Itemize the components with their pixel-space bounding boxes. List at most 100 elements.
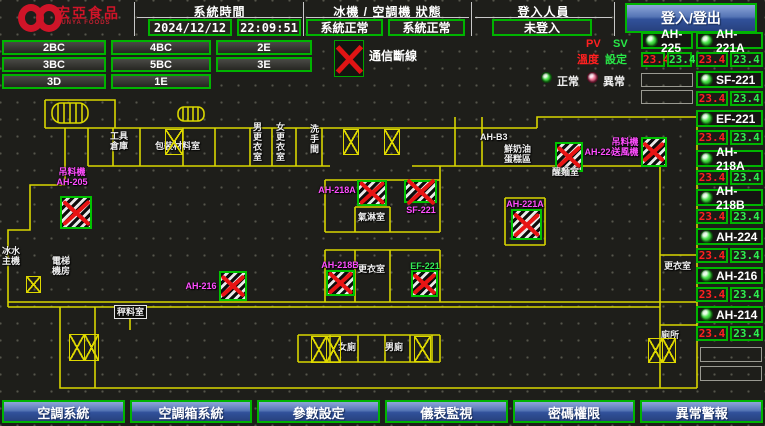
unit-ah-225[interactable]: AH-225 xyxy=(641,32,693,49)
pv-header: PV xyxy=(586,38,601,50)
lift-icon xyxy=(343,129,359,155)
zone-button-5bc[interactable]: 5BC xyxy=(111,57,211,72)
ahu-label-ah-221a: AH-221A xyxy=(504,199,546,209)
lift-cell xyxy=(344,130,358,154)
legend-abnormal-label: 異常 xyxy=(603,73,625,89)
room-label-ah-b3: AH-B3 xyxy=(480,132,508,142)
unit-ah-214[interactable]: AH-214 xyxy=(696,306,763,323)
unit-ah-224[interactable]: AH-224 xyxy=(696,228,763,245)
nav-password-auth[interactable]: 密碼權限 xyxy=(513,400,636,423)
abnormal-led-icon xyxy=(587,72,598,83)
status-led xyxy=(700,152,713,165)
room-label-proofing: 醒麵室 xyxy=(552,167,579,177)
ahu-icon-ah-205[interactable] xyxy=(60,196,92,229)
ahu-icon-sf-221[interactable] xyxy=(404,180,437,203)
comm-lost-icon xyxy=(334,40,364,77)
zone-button-3e[interactable]: 3E xyxy=(216,57,312,72)
zone-button-2bc[interactable]: 2BC xyxy=(2,40,106,55)
ahu-icon-ah-221a[interactable] xyxy=(511,209,542,240)
unit-name: AH-214 xyxy=(716,308,757,322)
nav-ahu-system[interactable]: 空調箱系統 xyxy=(130,400,253,423)
lift-cell xyxy=(649,339,662,362)
normal-led-icon xyxy=(541,72,552,83)
room-label-washroom: 洗手間 xyxy=(309,124,319,154)
pv-sub-header: 溫度 xyxy=(577,51,599,67)
room-label-cream-cake: 鮮奶油蛋糕區 xyxy=(504,144,531,164)
chiller-status: 系統正常 xyxy=(306,19,383,36)
lift-cell xyxy=(70,335,84,360)
zone-button-2e[interactable]: 2E xyxy=(216,40,312,55)
unit-name: AH-218A xyxy=(716,145,761,173)
lift-cell xyxy=(84,335,99,360)
room-label-locker-f: 女更衣室 xyxy=(275,122,285,162)
lift-cell xyxy=(326,337,341,362)
room-label-changing-e: 更衣室 xyxy=(664,261,691,271)
nav-ac-system[interactable]: 空調系統 xyxy=(2,400,125,423)
unit-ah-218a[interactable]: AH-218A xyxy=(696,150,763,167)
status-led xyxy=(700,269,713,282)
ahu-icon-ah-218b[interactable] xyxy=(326,270,355,296)
lift-cell xyxy=(415,337,430,361)
lift-icon xyxy=(165,129,183,155)
status-led xyxy=(700,308,713,321)
nav-alarm[interactable]: 異常警報 xyxy=(640,400,763,423)
unit-name: EF-221 xyxy=(716,112,755,126)
lift-icon xyxy=(414,336,431,362)
unit-name: AH-218B xyxy=(716,184,761,212)
status-led xyxy=(700,73,713,86)
lift-icon xyxy=(26,276,41,293)
nav-meter-monitor[interactable]: 儀表監視 xyxy=(385,400,508,423)
lift-icon xyxy=(311,336,341,363)
zone-button-1e[interactable]: 1E xyxy=(111,74,211,89)
room-label-weighing: 秤料室 xyxy=(114,305,147,319)
sv-sub-header: 設定 xyxy=(605,51,627,67)
lift-icon xyxy=(648,338,676,363)
lift-cell xyxy=(27,277,40,292)
ahu-label-ah-216: AH-216 xyxy=(184,281,218,291)
room-label-tool-storage: 工具倉庫 xyxy=(110,131,128,151)
ahu-label-ah-205: 吊料機AH-205 xyxy=(50,167,94,187)
zone-button-3d[interactable]: 3D xyxy=(2,74,106,89)
lift-cell xyxy=(662,339,676,362)
ahu-label-ah-218a: AH-218A xyxy=(318,185,356,195)
login-status: 未登入 xyxy=(492,19,592,36)
status-led xyxy=(700,191,713,204)
status-led xyxy=(700,34,713,47)
ahu-icon-ah-218a[interactable] xyxy=(357,180,387,206)
logo: 宏亞食品 HUNYA FOODS xyxy=(56,6,120,26)
ahu-label-hoist: 吊料機送風機 xyxy=(610,137,640,157)
unit-sf-221[interactable]: SF-221 xyxy=(696,71,763,88)
zone-button-3bc[interactable]: 3BC xyxy=(2,57,106,72)
room-label-locker-m: 男更衣室 xyxy=(252,122,262,162)
comm-lost-label: 通信斷線 xyxy=(369,47,417,64)
nav-param-setting[interactable]: 參數設定 xyxy=(257,400,380,423)
status-led xyxy=(700,112,713,125)
unit-name: AH-221A xyxy=(716,27,761,55)
status-led xyxy=(645,34,658,47)
room-label-air-shower: 氣淋室 xyxy=(358,212,385,222)
unit-ah-216[interactable]: AH-216 xyxy=(696,267,763,284)
bottom-nav: 空調系統空調箱系統參數設定儀表監視密碼權限異常警報 xyxy=(2,400,763,423)
sv-header: SV xyxy=(613,38,628,50)
unit-ef-221[interactable]: EF-221 xyxy=(696,110,763,127)
unit-ah-218b[interactable]: AH-218B xyxy=(696,189,763,206)
ahu-label-ef-221: EF-221 xyxy=(410,261,440,271)
unit-name: AH-216 xyxy=(716,269,757,283)
ahu-label-sf-221: SF-221 xyxy=(405,205,437,215)
ac-status: 系統正常 xyxy=(388,19,465,36)
ahu-icon-hoist[interactable] xyxy=(641,137,667,167)
lift-icon xyxy=(384,129,400,155)
legend-normal-label: 正常 xyxy=(557,73,579,89)
unit-name: AH-225 xyxy=(661,27,691,55)
room-label-toilet-m: 男廁 xyxy=(385,342,403,352)
unit-ah-221a[interactable]: AH-221A xyxy=(696,32,763,49)
unit-name: SF-221 xyxy=(716,73,755,87)
lift-cell xyxy=(385,130,399,154)
zone-button-grid: 2BC 4BC 2E 3BC 5BC 3E 3D 1E xyxy=(2,40,312,89)
ahu-icon-ef-221[interactable] xyxy=(411,270,438,297)
ahu-icon-ah-216[interactable] xyxy=(219,271,247,301)
logo-subtitle: HUNYA FOODS xyxy=(56,20,120,26)
room-label-lift-machine: 電梯機房 xyxy=(52,256,70,276)
lift-cell xyxy=(312,337,326,362)
zone-button-4bc[interactable]: 4BC xyxy=(111,40,211,55)
